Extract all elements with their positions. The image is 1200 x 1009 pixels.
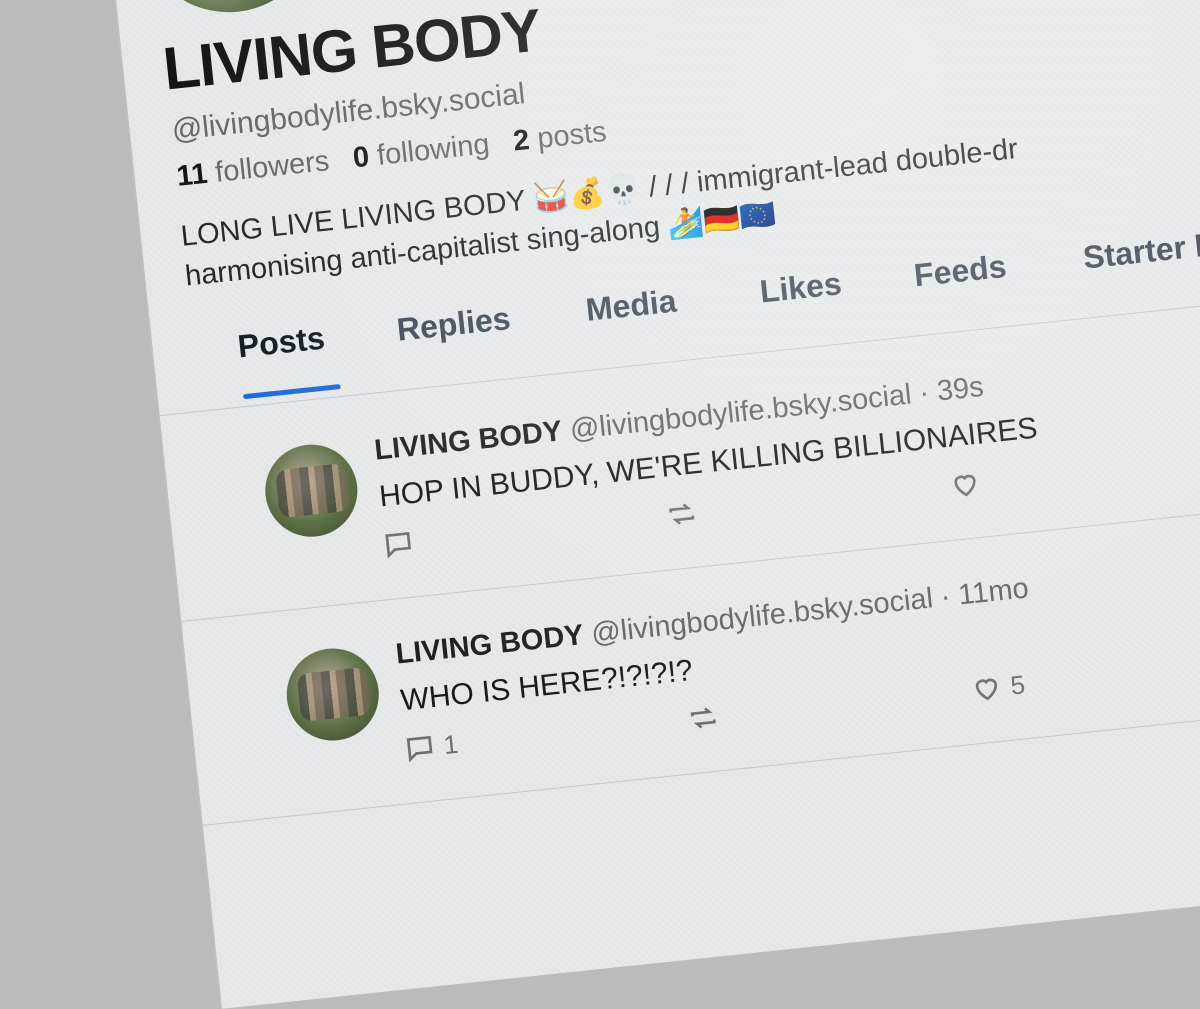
- profile-page: LIVING BODY @livingbodylife.bsky.social …: [105, 0, 1200, 1009]
- tab-media[interactable]: Media: [584, 283, 678, 329]
- post-author-avatar[interactable]: [260, 440, 362, 542]
- tab-feeds[interactable]: Feeds: [912, 248, 1008, 294]
- like-button[interactable]: 5: [969, 668, 1027, 706]
- profile-window: LIVING BODY @livingbodylife.bsky.social …: [105, 0, 1200, 1009]
- following-label: following: [375, 128, 492, 172]
- posts-label: posts: [535, 115, 609, 155]
- posts-count: 2: [511, 124, 532, 158]
- post-author-avatar[interactable]: [282, 643, 384, 746]
- post-author-name[interactable]: LIVING BODY: [394, 619, 585, 671]
- post-timestamp[interactable]: 11mo: [957, 572, 1030, 611]
- reply-button[interactable]: 1: [402, 728, 460, 766]
- post-meta-separator: ·: [917, 376, 931, 410]
- posts-stat: 2 posts: [512, 116, 608, 158]
- repost-button[interactable]: [686, 700, 721, 735]
- repost-button[interactable]: [664, 496, 699, 531]
- repost-icon: [690, 707, 716, 729]
- followers-count: 11: [175, 157, 209, 193]
- followers-label: followers: [213, 145, 331, 189]
- tab-posts[interactable]: Posts: [236, 320, 327, 366]
- reply-icon: [385, 531, 412, 559]
- repost-icon: [669, 503, 695, 525]
- tab-starter-packs[interactable]: Starter P: [1081, 226, 1200, 277]
- reply-count: 1: [442, 728, 460, 760]
- reply-icon: [406, 735, 433, 763]
- like-button[interactable]: [948, 466, 991, 502]
- heart-icon: [975, 678, 998, 701]
- following-count: 0: [351, 140, 371, 175]
- followers-link[interactable]: 11 followers: [175, 145, 331, 193]
- heart-icon: [954, 474, 976, 497]
- reply-button[interactable]: [381, 525, 424, 561]
- profile-avatar[interactable]: [138, 0, 328, 22]
- like-count: 5: [1008, 668, 1027, 701]
- post-author-handle[interactable]: @livingbodylife.bsky.social: [590, 582, 935, 650]
- tab-likes[interactable]: Likes: [758, 265, 843, 310]
- tab-replies[interactable]: Replies: [395, 300, 512, 349]
- post-meta-separator: ·: [939, 580, 953, 614]
- post-timestamp[interactable]: 39s: [935, 371, 985, 408]
- following-link[interactable]: 0 following: [351, 128, 491, 174]
- post-author-name[interactable]: LIVING BODY: [373, 415, 564, 467]
